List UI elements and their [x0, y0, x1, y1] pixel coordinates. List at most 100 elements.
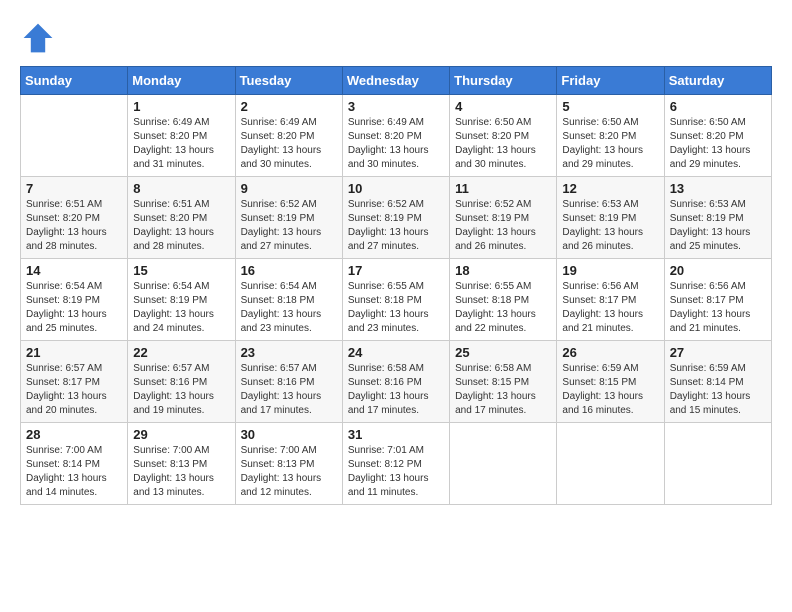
table-row: 12 Sunrise: 6:53 AMSunset: 8:19 PMDaylig…: [557, 177, 664, 259]
header-thursday: Thursday: [450, 67, 557, 95]
table-row: 3 Sunrise: 6:49 AMSunset: 8:20 PMDayligh…: [342, 95, 449, 177]
day-number: 16: [241, 263, 337, 278]
table-row: [664, 423, 771, 505]
day-number: 21: [26, 345, 122, 360]
day-info: Sunrise: 6:52 AMSunset: 8:19 PMDaylight:…: [455, 199, 536, 252]
day-number: 5: [562, 99, 658, 114]
day-info: Sunrise: 7:01 AMSunset: 8:12 PMDaylight:…: [348, 445, 429, 498]
table-row: 4 Sunrise: 6:50 AMSunset: 8:20 PMDayligh…: [450, 95, 557, 177]
day-number: 11: [455, 181, 551, 196]
calendar-table: SundayMondayTuesdayWednesdayThursdayFrid…: [20, 66, 772, 505]
day-info: Sunrise: 6:53 AMSunset: 8:19 PMDaylight:…: [670, 199, 751, 252]
logo-icon: [20, 20, 56, 56]
table-row: 1 Sunrise: 6:49 AMSunset: 8:20 PMDayligh…: [128, 95, 235, 177]
day-info: Sunrise: 6:59 AMSunset: 8:15 PMDaylight:…: [562, 363, 643, 416]
day-number: 31: [348, 427, 444, 442]
table-row: 5 Sunrise: 6:50 AMSunset: 8:20 PMDayligh…: [557, 95, 664, 177]
table-row: 14 Sunrise: 6:54 AMSunset: 8:19 PMDaylig…: [21, 259, 128, 341]
week-row-3: 14 Sunrise: 6:54 AMSunset: 8:19 PMDaylig…: [21, 259, 772, 341]
table-row: 20 Sunrise: 6:56 AMSunset: 8:17 PMDaylig…: [664, 259, 771, 341]
table-row: 6 Sunrise: 6:50 AMSunset: 8:20 PMDayligh…: [664, 95, 771, 177]
week-row-1: 1 Sunrise: 6:49 AMSunset: 8:20 PMDayligh…: [21, 95, 772, 177]
table-row: [450, 423, 557, 505]
day-info: Sunrise: 6:58 AMSunset: 8:16 PMDaylight:…: [348, 363, 429, 416]
table-row: 25 Sunrise: 6:58 AMSunset: 8:15 PMDaylig…: [450, 341, 557, 423]
day-number: 17: [348, 263, 444, 278]
day-info: Sunrise: 6:49 AMSunset: 8:20 PMDaylight:…: [133, 117, 214, 170]
day-info: Sunrise: 6:50 AMSunset: 8:20 PMDaylight:…: [455, 117, 536, 170]
day-number: 20: [670, 263, 766, 278]
day-number: 6: [670, 99, 766, 114]
day-info: Sunrise: 6:55 AMSunset: 8:18 PMDaylight:…: [348, 281, 429, 334]
day-info: Sunrise: 6:50 AMSunset: 8:20 PMDaylight:…: [562, 117, 643, 170]
day-info: Sunrise: 6:55 AMSunset: 8:18 PMDaylight:…: [455, 281, 536, 334]
day-number: 24: [348, 345, 444, 360]
day-info: Sunrise: 6:52 AMSunset: 8:19 PMDaylight:…: [348, 199, 429, 252]
day-number: 8: [133, 181, 229, 196]
table-row: 26 Sunrise: 6:59 AMSunset: 8:15 PMDaylig…: [557, 341, 664, 423]
table-row: 13 Sunrise: 6:53 AMSunset: 8:19 PMDaylig…: [664, 177, 771, 259]
table-row: 31 Sunrise: 7:01 AMSunset: 8:12 PMDaylig…: [342, 423, 449, 505]
day-number: 28: [26, 427, 122, 442]
table-row: 23 Sunrise: 6:57 AMSunset: 8:16 PMDaylig…: [235, 341, 342, 423]
day-info: Sunrise: 6:52 AMSunset: 8:19 PMDaylight:…: [241, 199, 322, 252]
day-info: Sunrise: 6:54 AMSunset: 8:18 PMDaylight:…: [241, 281, 322, 334]
day-number: 14: [26, 263, 122, 278]
day-number: 9: [241, 181, 337, 196]
day-number: 19: [562, 263, 658, 278]
table-row: 15 Sunrise: 6:54 AMSunset: 8:19 PMDaylig…: [128, 259, 235, 341]
day-info: Sunrise: 6:57 AMSunset: 8:16 PMDaylight:…: [133, 363, 214, 416]
table-row: 22 Sunrise: 6:57 AMSunset: 8:16 PMDaylig…: [128, 341, 235, 423]
week-row-2: 7 Sunrise: 6:51 AMSunset: 8:20 PMDayligh…: [21, 177, 772, 259]
table-row: 11 Sunrise: 6:52 AMSunset: 8:19 PMDaylig…: [450, 177, 557, 259]
week-row-5: 28 Sunrise: 7:00 AMSunset: 8:14 PMDaylig…: [21, 423, 772, 505]
table-row: 21 Sunrise: 6:57 AMSunset: 8:17 PMDaylig…: [21, 341, 128, 423]
table-row: 9 Sunrise: 6:52 AMSunset: 8:19 PMDayligh…: [235, 177, 342, 259]
table-row: 30 Sunrise: 7:00 AMSunset: 8:13 PMDaylig…: [235, 423, 342, 505]
day-number: 10: [348, 181, 444, 196]
header-friday: Friday: [557, 67, 664, 95]
day-info: Sunrise: 6:57 AMSunset: 8:16 PMDaylight:…: [241, 363, 322, 416]
table-row: 17 Sunrise: 6:55 AMSunset: 8:18 PMDaylig…: [342, 259, 449, 341]
day-number: 3: [348, 99, 444, 114]
table-row: 24 Sunrise: 6:58 AMSunset: 8:16 PMDaylig…: [342, 341, 449, 423]
day-number: 30: [241, 427, 337, 442]
day-number: 26: [562, 345, 658, 360]
day-number: 13: [670, 181, 766, 196]
table-row: 7 Sunrise: 6:51 AMSunset: 8:20 PMDayligh…: [21, 177, 128, 259]
day-info: Sunrise: 6:51 AMSunset: 8:20 PMDaylight:…: [26, 199, 107, 252]
table-row: 19 Sunrise: 6:56 AMSunset: 8:17 PMDaylig…: [557, 259, 664, 341]
header-sunday: Sunday: [21, 67, 128, 95]
day-info: Sunrise: 6:57 AMSunset: 8:17 PMDaylight:…: [26, 363, 107, 416]
day-info: Sunrise: 6:59 AMSunset: 8:14 PMDaylight:…: [670, 363, 751, 416]
day-info: Sunrise: 6:49 AMSunset: 8:20 PMDaylight:…: [241, 117, 322, 170]
day-number: 25: [455, 345, 551, 360]
table-row: 10 Sunrise: 6:52 AMSunset: 8:19 PMDaylig…: [342, 177, 449, 259]
table-row: 2 Sunrise: 6:49 AMSunset: 8:20 PMDayligh…: [235, 95, 342, 177]
day-info: Sunrise: 6:53 AMSunset: 8:19 PMDaylight:…: [562, 199, 643, 252]
day-info: Sunrise: 6:56 AMSunset: 8:17 PMDaylight:…: [670, 281, 751, 334]
table-row: 29 Sunrise: 7:00 AMSunset: 8:13 PMDaylig…: [128, 423, 235, 505]
table-row: [557, 423, 664, 505]
table-row: 16 Sunrise: 6:54 AMSunset: 8:18 PMDaylig…: [235, 259, 342, 341]
day-number: 27: [670, 345, 766, 360]
header-wednesday: Wednesday: [342, 67, 449, 95]
day-info: Sunrise: 6:50 AMSunset: 8:20 PMDaylight:…: [670, 117, 751, 170]
page-header: [20, 20, 772, 56]
table-row: 8 Sunrise: 6:51 AMSunset: 8:20 PMDayligh…: [128, 177, 235, 259]
day-number: 4: [455, 99, 551, 114]
day-number: 7: [26, 181, 122, 196]
table-row: 18 Sunrise: 6:55 AMSunset: 8:18 PMDaylig…: [450, 259, 557, 341]
week-row-4: 21 Sunrise: 6:57 AMSunset: 8:17 PMDaylig…: [21, 341, 772, 423]
day-info: Sunrise: 6:54 AMSunset: 8:19 PMDaylight:…: [133, 281, 214, 334]
header-monday: Monday: [128, 67, 235, 95]
day-info: Sunrise: 7:00 AMSunset: 8:14 PMDaylight:…: [26, 445, 107, 498]
day-number: 2: [241, 99, 337, 114]
day-number: 29: [133, 427, 229, 442]
logo: [20, 20, 60, 56]
day-number: 22: [133, 345, 229, 360]
day-number: 15: [133, 263, 229, 278]
table-row: 27 Sunrise: 6:59 AMSunset: 8:14 PMDaylig…: [664, 341, 771, 423]
day-number: 1: [133, 99, 229, 114]
day-number: 12: [562, 181, 658, 196]
